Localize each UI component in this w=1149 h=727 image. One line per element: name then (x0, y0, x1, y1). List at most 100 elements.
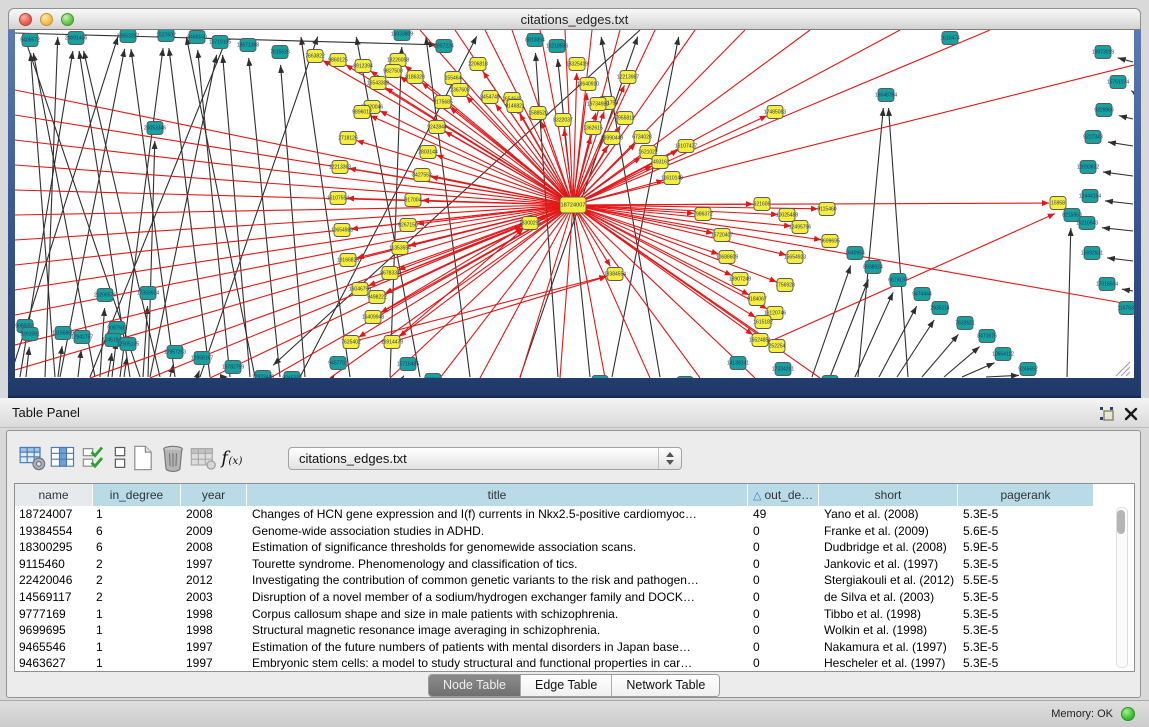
table-cell: 5.3E-5 (958, 506, 1094, 523)
table-panel-body: f (x) citations_edges.txt namein_degreey… (6, 430, 1141, 698)
table-row[interactable]: 977716911998Corpus callosum shape and si… (15, 606, 1134, 623)
node-label: 8267150 (398, 223, 418, 229)
column-header-title[interactable]: title (247, 484, 748, 506)
node-label: 621606 (754, 202, 771, 208)
tab-edge-table[interactable]: Edge Table (520, 675, 611, 696)
table-cell: 5.3E-5 (958, 556, 1094, 573)
table-row[interactable]: 946362711997Embryonic stem cells: a mode… (15, 655, 1134, 672)
node-label: 10719195 (209, 40, 231, 46)
close-panel-icon[interactable] (1123, 406, 1139, 422)
node-label: 8427552 (412, 173, 432, 179)
table-cell: 5.3E-5 (958, 589, 1094, 606)
column-header-short[interactable]: short (819, 484, 958, 506)
node-label: 7857224 (434, 44, 454, 50)
node-label: 9391591 (20, 332, 40, 338)
table-settings-icon[interactable] (19, 444, 47, 472)
table-row[interactable]: 969969511998Structural magnetic resonanc… (15, 622, 1134, 639)
canvas-resize-grip[interactable] (1116, 362, 1130, 376)
table-cell: 1998 (181, 622, 247, 639)
table-browser-icon[interactable] (49, 444, 77, 472)
tab-network-table[interactable]: Network Table (611, 675, 719, 696)
table-cell: Structural magnetic resonance image aver… (247, 622, 748, 639)
row-filler (1094, 606, 1134, 623)
column-header-name[interactable]: name (15, 484, 93, 506)
table-selector-value: citations_edges.txt (299, 451, 407, 466)
select-rows-icon[interactable] (81, 444, 109, 472)
svg-text:(x): (x) (228, 455, 242, 467)
node-label: 1527602 (156, 33, 176, 39)
table-cell: 14569117 (15, 589, 93, 606)
node-label: 10958167 (191, 356, 213, 362)
table-cell: 1997 (181, 639, 247, 656)
table-row[interactable]: 1456911722003Disruption of a novel membe… (15, 589, 1134, 606)
delete-table-icon[interactable] (159, 444, 187, 472)
table-cell: 5.6E-5 (958, 523, 1094, 540)
table-tabs: Node TableEdge TableNetwork Table (428, 674, 720, 697)
table-row[interactable]: 1872400712008Changes of HCN gene express… (15, 506, 1134, 523)
import-table-icon[interactable] (189, 444, 217, 472)
node-label: 7663822 (305, 54, 325, 60)
function-builder-icon[interactable]: f (x) (219, 444, 247, 472)
node-label: 9827508 (383, 69, 403, 75)
node-label: 1362615 (583, 126, 603, 132)
node-label: 17334261 (772, 367, 794, 373)
memory-status-indicator (1121, 707, 1135, 721)
table-cell: 0 (748, 655, 819, 672)
tab-node-table[interactable]: Node Table (429, 675, 520, 696)
table-row[interactable]: 2242004622012Investigating the contribut… (15, 572, 1134, 589)
table-cell: 22420046 (15, 572, 93, 589)
row-filler (1094, 523, 1134, 540)
network-window-titlebar[interactable]: citations_edges.txt (8, 8, 1141, 30)
table-row[interactable]: 1830029562008Estimation of significance … (15, 539, 1134, 556)
column-header-year[interactable]: year (181, 484, 247, 506)
node-label: 9457791 (328, 361, 348, 367)
row-filler (1094, 556, 1134, 573)
table-row[interactable]: 946554611997Estimation of the future num… (15, 639, 1134, 656)
node-label: 9175685 (433, 100, 453, 106)
column-header-pagerank[interactable]: pagerank (958, 484, 1094, 506)
scrollbar-thumb[interactable] (1117, 510, 1125, 534)
table-cell: 9699695 (15, 622, 93, 639)
table-cell: 0 (748, 589, 819, 606)
row-filler (1094, 622, 1134, 639)
network-node[interactable] (592, 376, 608, 379)
table-panel-title: Table Panel (12, 405, 80, 420)
column-header-out_de[interactable]: △out_de… (748, 484, 819, 506)
node-table: namein_degreeyeartitle△out_de…shortpager… (14, 483, 1135, 672)
node-label: 18300295 (519, 221, 541, 227)
table-cell: 18300295 (15, 539, 93, 556)
column-header-in_degree[interactable]: in_degree (93, 484, 181, 506)
node-label: 16543382 (367, 81, 389, 87)
table-selector-dropdown[interactable]: citations_edges.txt (288, 447, 682, 470)
node-label: 18724007 (561, 203, 586, 209)
row-filler (1094, 572, 1134, 589)
node-label: 18325419 (566, 62, 588, 68)
node-label: 19973019 (1092, 50, 1114, 56)
table-cell: 5.3E-5 (958, 655, 1094, 672)
node-label: 11353594 (389, 246, 411, 252)
node-label: 10653287 (117, 34, 139, 40)
node-label: 9115460 (817, 207, 836, 213)
float-window-icon[interactable] (1099, 406, 1115, 422)
table-row[interactable]: 1938455462009Genome-wide association stu… (15, 523, 1134, 540)
table-cell: 5.3E-5 (958, 622, 1094, 639)
node-label: 9474444 (912, 292, 932, 298)
network-canvas[interactable]: 1872400718325419186409101696175879558126… (15, 30, 1134, 378)
table-body: 1872400712008Changes of HCN gene express… (15, 506, 1134, 672)
table-cell: 0 (748, 539, 819, 556)
network-node[interactable] (677, 377, 693, 379)
table-cell: Estimation of significance thresholds fo… (247, 539, 748, 556)
new-document-icon[interactable] (129, 444, 157, 472)
node-label: 16648784 (875, 93, 897, 99)
network-node[interactable] (822, 376, 838, 379)
table-vertical-scrollbar[interactable] (1116, 507, 1128, 668)
table-cell: 0 (748, 572, 819, 589)
node-label: 9227343 (1083, 135, 1103, 141)
status-bar: Memory: OK (0, 700, 1149, 727)
table-cell: 0 (748, 606, 819, 623)
table-cell: 2009 (181, 523, 247, 540)
sort-ascending-icon: △ (753, 490, 761, 502)
network-frame: 1872400718325419186409101696175879558126… (8, 30, 1141, 398)
table-row[interactable]: 911546021997Tourette syndrome. Phenomeno… (15, 556, 1134, 573)
node-label: 16782759 (222, 365, 244, 371)
